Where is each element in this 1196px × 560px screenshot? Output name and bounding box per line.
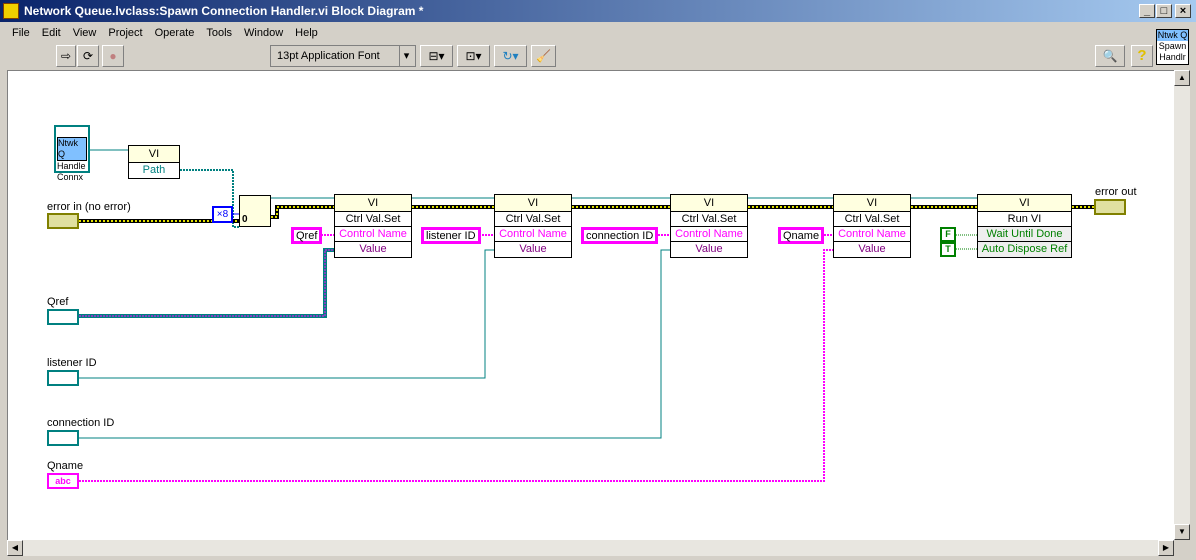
connection-id-label: connection ID [47,417,115,429]
static-ref-line: Handle [57,161,86,171]
value-input[interactable]: Value [671,242,747,257]
node-header: VI [495,195,571,212]
auto-dispose-ref-input[interactable]: Auto Dispose Ref [978,242,1071,257]
run-vi-node[interactable]: VI Run VI Wait Until Done Auto Dispose R… [977,194,1072,258]
vi-property-node[interactable]: VI Path [128,145,180,179]
error-in-terminal[interactable] [47,213,79,229]
node-header: VI [834,195,910,212]
control-name-input[interactable]: Control Name [335,227,411,242]
qref-terminal[interactable] [47,309,79,325]
listener-id-string-constant[interactable]: listener ID [421,227,481,244]
value-input[interactable]: Value [834,242,910,257]
method-name: Ctrl Val.Set [671,212,747,227]
listener-id-terminal[interactable] [47,370,79,386]
method-name: Ctrl Val.Set [335,212,411,227]
zero-label: 0 [242,214,248,225]
error-out-terminal[interactable] [1094,199,1126,215]
node-header: VI [129,146,179,163]
method-name: Ctrl Val.Set [834,212,910,227]
x8-constant[interactable]: ×8 [212,206,233,223]
ctrl-val-set-node[interactable]: VI Ctrl Val.Set Control Name Value [833,194,911,258]
error-in-label: error in (no error) [47,201,131,213]
boolean-wires [956,234,977,250]
qname-terminal[interactable]: abc [47,473,79,489]
ctrl-val-set-node[interactable]: VI Ctrl Val.Set Control Name Value [494,194,572,258]
value-input[interactable]: Value [495,242,571,257]
qref-label: Qref [47,296,69,308]
node-header: VI [671,195,747,212]
true-constant[interactable]: T [940,242,956,257]
path-property: Path [142,164,166,176]
control-name-input[interactable]: Control Name [671,227,747,242]
ctrl-val-set-node[interactable]: VI Ctrl Val.Set Control Name Value [670,194,748,258]
listener-id-label: listener ID [47,357,97,369]
wait-until-done-input[interactable]: Wait Until Done [978,227,1071,242]
false-constant[interactable]: F [940,227,956,242]
qname-wire [79,249,833,482]
connection-id-string-constant[interactable]: connection ID [581,227,659,244]
qref-wire [79,248,334,318]
value-input[interactable]: Value [335,242,411,257]
node-header: VI [978,195,1071,212]
error-out-label: error out [1095,186,1137,198]
qname-string-constant[interactable]: Qname [778,227,825,244]
ctrl-val-set-node[interactable]: VI Ctrl Val.Set Control Name Value [334,194,412,258]
connection-id-terminal[interactable] [47,430,79,446]
static-ref-line: Connx [57,172,84,182]
method-name: Ctrl Val.Set [495,212,571,227]
open-vi-reference-node[interactable]: 0 [239,195,271,227]
control-name-input[interactable]: Control Name [495,227,571,242]
connection-id-wire [79,249,670,439]
control-name-input[interactable]: Control Name [834,227,910,242]
qref-string-constant[interactable]: Qref [291,227,323,244]
wires [79,149,1094,482]
qname-label: Qname [47,460,84,472]
method-name: Run VI [978,212,1071,227]
static-vi-reference[interactable]: Ntwk Q Handle Connx [54,125,90,182]
node-header: VI [335,195,411,212]
static-ref-line: Ntwk Q [57,137,87,161]
